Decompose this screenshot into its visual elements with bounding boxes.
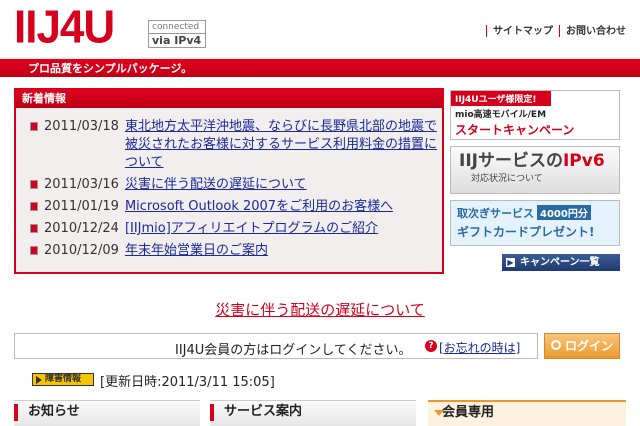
banner-title: スタートキャンペーン	[455, 123, 575, 137]
news-date: 2010/12/09	[44, 243, 119, 258]
gift-card-banner[interactable]: 取次ぎサービス 4000円分 ギフトカードプレゼント!	[450, 200, 620, 246]
news-link[interactable]: 災害に伴う配送の遅延について	[125, 176, 307, 194]
top-links: サイトマップ お問い合わせ	[480, 22, 626, 37]
contact-link[interactable]: お問い合わせ	[566, 26, 626, 37]
banner-subtitle: mio高速モバイル/EM	[455, 110, 547, 120]
section-members[interactable]: 会員専用	[428, 400, 626, 426]
news-link[interactable]: 年末年始営業日のご案内	[125, 242, 268, 260]
ipv6-banner[interactable]: IIJサービスのIPv6 対応状況について	[450, 146, 620, 194]
bullet-icon	[30, 246, 38, 255]
update-timestamp: [更新日時:2011/3/11 15:05]	[100, 375, 275, 390]
outage-info-label: 障害情報	[45, 374, 82, 384]
news-panel: 新着情報 2011/03/18 東北地方太平洋沖地震、ならびに長野県北部の地震で…	[14, 88, 444, 274]
banner-title-b: IPv6	[562, 151, 605, 171]
section-notices[interactable]: お知らせ	[14, 400, 200, 426]
shipping-delay-notice[interactable]: 災害に伴う配送の遅延について	[0, 299, 640, 320]
section-marker	[14, 404, 18, 421]
arrow-right-icon	[36, 376, 42, 384]
mobile-campaign-banner[interactable]: IIJ4Uユーザ様限定! mio高速モバイル/EM スタートキャンペーン	[450, 90, 620, 140]
section-services[interactable]: サービス案内	[210, 400, 416, 426]
news-item: 2011/03/18 東北地方太平洋沖地震、ならびに長野県北部の地震で被災された…	[30, 118, 442, 172]
news-item: 2010/12/09 年末年始営業日のご案内	[30, 242, 442, 260]
news-link[interactable]: 東北地方太平洋沖地震、ならびに長野県北部の地震で被災されたお客様に対するサービス…	[125, 118, 442, 172]
divider	[486, 25, 487, 37]
news-date: 2010/12/24	[44, 221, 119, 236]
login-prompt: IIJ4U会員の方はログインしてください。	[175, 343, 412, 358]
news-item: 2010/12/24 [IIJmio]アフィリエイトプログラムのご紹介	[30, 220, 442, 238]
arrow-right-icon: ▶	[506, 258, 515, 267]
news-item: 2011/01/19 Microsoft Outlook 2007をご利用のお客…	[30, 198, 442, 216]
login-button[interactable]: ログイン	[544, 333, 620, 359]
news-list: 2011/03/18 東北地方太平洋沖地震、ならびに長野県北部の地震で被災された…	[16, 108, 442, 260]
banner-title-a: IIJサービスの	[459, 151, 563, 171]
campaign-list-button[interactable]: ▶ キャンペーン一覧	[502, 254, 620, 271]
banner-title: ギフトカードプレゼント!	[457, 225, 595, 239]
section-title: 会員専用	[442, 405, 495, 420]
news-date: 2011/03/16	[44, 177, 119, 192]
section-title: サービス案内	[224, 404, 303, 419]
banner-subtitle: 対応状況について	[471, 174, 543, 184]
bullet-icon	[30, 122, 38, 131]
campaign-list-label: キャンペーン一覧	[520, 257, 600, 268]
bullet-icon	[30, 202, 38, 211]
news-link[interactable]: Microsoft Outlook 2007をご利用のお客様へ	[125, 198, 393, 216]
header: IIJ4U connected via IPv4 サイトマップ お問い合わせ	[0, 0, 640, 56]
question-icon: ?	[425, 340, 437, 352]
login-button-label: ログイン	[565, 339, 614, 353]
sitemap-link[interactable]: サイトマップ	[493, 26, 553, 37]
via-top-label: connected	[149, 21, 205, 34]
news-link[interactable]: [IIJmio]アフィリエイトプログラムのご紹介	[125, 220, 378, 238]
news-title: 新着情報	[16, 90, 442, 108]
via-bottom-label: via IPv4	[152, 34, 202, 47]
section-title: お知らせ	[28, 404, 80, 419]
banner-title: IIJサービスのIPv6	[451, 147, 619, 171]
key-icon	[551, 340, 561, 350]
banner-subtitle-text: 取次ぎサービス	[457, 207, 534, 220]
bullet-icon	[30, 224, 38, 233]
chevron-down-icon	[434, 410, 444, 416]
banner-badge: 4000円分	[537, 205, 591, 220]
banner-subtitle: 取次ぎサービス 4000円分	[451, 201, 619, 221]
connection-indicator: connected via IPv4	[148, 20, 206, 48]
section-marker	[210, 404, 214, 421]
tagline: プロ品質をシンプルパッケージ。	[28, 62, 193, 75]
iij4u-logo[interactable]: IIJ4U	[14, 4, 115, 51]
forgot-password-link[interactable]: [お忘れの時は]	[439, 339, 520, 356]
bullet-icon	[30, 180, 38, 189]
news-item: 2011/03/16 災害に伴う配送の遅延について	[30, 176, 442, 194]
news-date: 2011/03/18	[44, 119, 119, 134]
divider	[559, 25, 560, 37]
outage-info-badge[interactable]: 障害情報	[32, 373, 94, 386]
tagline-bar: プロ品質をシンプルパッケージ。	[0, 57, 640, 77]
banner-tag: IIJ4Uユーザ様限定!	[451, 91, 551, 106]
news-date: 2011/01/19	[44, 199, 119, 214]
login-bar: IIJ4U会員の方はログインしてください。 ? [お忘れの時は]	[14, 333, 538, 359]
